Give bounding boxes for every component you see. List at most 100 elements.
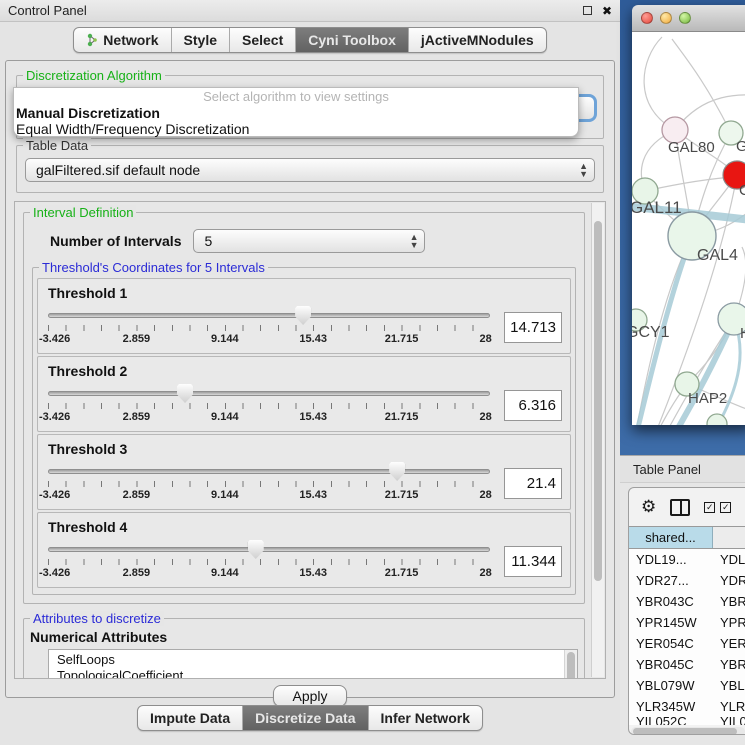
table-row[interactable]: YDR27...YDR2 (629, 570, 745, 591)
threshold-2-slider[interactable]: -3.4262.8599.14415.4321.71528 (48, 383, 490, 427)
threshold-4-handle[interactable] (248, 540, 264, 559)
threshold-3-box: Threshold 3 -3.4262.8599.14415.4321.7152… (37, 434, 571, 510)
node-label: C (739, 182, 745, 199)
settings-scrollbar[interactable] (591, 203, 604, 677)
threshold-4-label: Threshold 4 (48, 519, 562, 535)
network-icon (86, 33, 98, 47)
table-data-group: Table Data galFiltered.sif default node … (16, 145, 604, 193)
checkbox-icon[interactable]: ✓ (720, 502, 731, 513)
interval-definition-group: Interval Definition Number of Intervals … (23, 212, 585, 604)
node-label: HAP2 (688, 390, 727, 407)
cyni-toolbox-content: Discretization Algorithm Select algorith… (5, 60, 615, 698)
slider-tick-labels: -3.4262.8599.14415.4321.71528 (48, 333, 490, 347)
control-panel-titlebar: Control Panel ✖ (0, 0, 620, 22)
table-toolbar: ⚙ ✓ ✓ (629, 488, 745, 526)
close-icon[interactable]: ✖ (602, 4, 612, 18)
slider-track (48, 313, 490, 318)
tab-discretize-data[interactable]: Discretize Data (243, 706, 368, 730)
algorithm-group-label: Discretization Algorithm (23, 68, 165, 83)
list-scrollbar[interactable] (564, 650, 577, 679)
numerical-attributes-label: Numerical Attributes (30, 629, 578, 645)
slider-ticks (48, 325, 490, 331)
tab-jactivemnodules[interactable]: jActiveMNodules (409, 28, 546, 52)
thresholds-group: Threshold's Coordinates for 5 Intervals … (32, 267, 576, 595)
network-canvas[interactable]: GAL80 GA C GAL11 GAL4 GCY1 H HAP2 (632, 32, 745, 425)
node-label: GAL4 (697, 247, 738, 264)
settings-scroll-area: Interval Definition Number of Intervals … (14, 201, 606, 679)
threshold-3-slider[interactable]: -3.4262.8599.14415.4321.71528 (48, 461, 490, 505)
close-traffic-light-icon[interactable] (641, 12, 653, 24)
threshold-4-value-field[interactable] (504, 546, 562, 577)
slider-ticks (48, 481, 490, 487)
slider-tick-labels: -3.4262.8599.14415.4321.71528 (48, 489, 490, 503)
threshold-2-handle[interactable] (177, 384, 193, 403)
node-label: GCY1 (632, 324, 670, 341)
column-header-shared-name[interactable]: shared... (629, 527, 713, 548)
threshold-2-value-field[interactable] (504, 390, 562, 421)
tab-style[interactable]: Style (172, 28, 230, 52)
threshold-1-value-field[interactable] (504, 312, 562, 343)
control-panel: Control Panel ✖ Network Style Select Cyn… (0, 0, 620, 745)
tab-cyni-toolbox[interactable]: Cyni Toolbox (296, 28, 409, 52)
threshold-3-handle[interactable] (389, 462, 405, 481)
network-window-titlebar (632, 5, 745, 32)
table-row[interactable]: YER054CYER0 (629, 633, 745, 654)
tab-select[interactable]: Select (230, 28, 296, 52)
tab-impute-data[interactable]: Impute Data (138, 706, 243, 730)
threshold-1-slider[interactable]: -3.4262.8599.14415.4321.71528 (48, 305, 490, 349)
threshold-3-value-field[interactable] (504, 468, 562, 499)
table-row[interactable]: YBR045CYBR0 (629, 654, 745, 675)
threshold-4-slider[interactable]: -3.4262.8599.14415.4321.71528 (48, 539, 490, 583)
table-row[interactable]: YPR145WYPR1 (629, 612, 745, 633)
table-horizontal-scrollbar[interactable] (631, 727, 745, 735)
table-row[interactable]: YBL079WYBL0 (629, 675, 745, 696)
table-row[interactable]: YDL19...YDL1 (629, 549, 745, 570)
node-label: H (740, 325, 745, 342)
column-header-name[interactable]: na (713, 527, 745, 548)
attributes-list: SelfLoops TopologicalCoefficient Between… (48, 649, 578, 679)
panel-title: Control Panel (8, 3, 573, 18)
apply-button[interactable]: Apply (273, 685, 346, 707)
bottom-tab-bar: Impute Data Discretize Data Infer Networ… (0, 705, 620, 731)
desktop-background: GAL80 GA C GAL11 GAL4 GCY1 H HAP2 (620, 0, 745, 455)
table-row[interactable]: YLR345WYLR3 (629, 696, 745, 717)
attributes-group-label: Attributes to discretize (30, 611, 164, 626)
algorithm-option-manual[interactable]: Manual Discretization (14, 105, 578, 121)
algorithm-option-equal-width[interactable]: Equal Width/Frequency Discretization (14, 121, 578, 137)
zoom-traffic-light-icon[interactable] (679, 12, 691, 24)
list-item[interactable]: TopologicalCoefficient (57, 668, 577, 679)
threshold-3-label: Threshold 3 (48, 441, 562, 457)
table-row[interactable]: YIL052CYIL0 (629, 717, 745, 725)
table-panel: ⚙ ✓ ✓ shared... na YDL19...YDL1 YDR27...… (628, 487, 745, 735)
slider-tick-labels: -3.4262.8599.14415.4321.71528 (48, 411, 490, 425)
table-panel-title: Table Panel (633, 462, 701, 477)
node-table: shared... na YDL19...YDL1 YDR27...YDR2 Y… (629, 526, 745, 725)
threshold-4-box: Threshold 4 -3.4262.8599.14415.4321.7152… (37, 512, 571, 588)
tab-infer-network[interactable]: Infer Network (369, 706, 482, 730)
slider-track (48, 391, 490, 396)
algorithm-hint: Select algorithm to view settings (14, 89, 578, 105)
float-window-icon[interactable] (583, 6, 592, 15)
slider-track (48, 469, 490, 474)
minimize-traffic-light-icon[interactable] (660, 12, 672, 24)
num-intervals-combo[interactable]: 5 ▲▼ (193, 229, 425, 253)
slider-ticks (48, 559, 490, 565)
table-data-combo[interactable]: galFiltered.sif default node ▲▼ (25, 158, 595, 182)
threshold-2-box: Threshold 2 -3.4262.8599.14415.4321.7152… (37, 356, 571, 432)
node-label: GAL11 (632, 198, 682, 217)
gear-icon[interactable]: ⚙ (641, 497, 656, 517)
table-panel-titlebar: Table Panel (620, 455, 745, 483)
tab-network[interactable]: Network (74, 28, 171, 52)
list-item[interactable]: SelfLoops (57, 652, 577, 668)
algorithm-dropdown-popup: Select algorithm to view settings Manual… (13, 87, 579, 137)
checkbox-icon[interactable]: ✓ (704, 502, 715, 513)
slider-ticks (48, 403, 490, 409)
threshold-1-handle[interactable] (295, 306, 311, 325)
table-row[interactable]: YBR043CYBR0 (629, 591, 745, 612)
stepper-icon: ▲▼ (579, 162, 588, 178)
table-data-label: Table Data (23, 138, 91, 153)
split-columns-icon[interactable] (670, 499, 690, 516)
node-label: GAL80 (668, 139, 715, 156)
slider-tick-labels: -3.4262.8599.14415.4321.71528 (48, 567, 490, 581)
right-side: GAL80 GA C GAL11 GAL4 GCY1 H HAP2 Table … (620, 0, 745, 745)
